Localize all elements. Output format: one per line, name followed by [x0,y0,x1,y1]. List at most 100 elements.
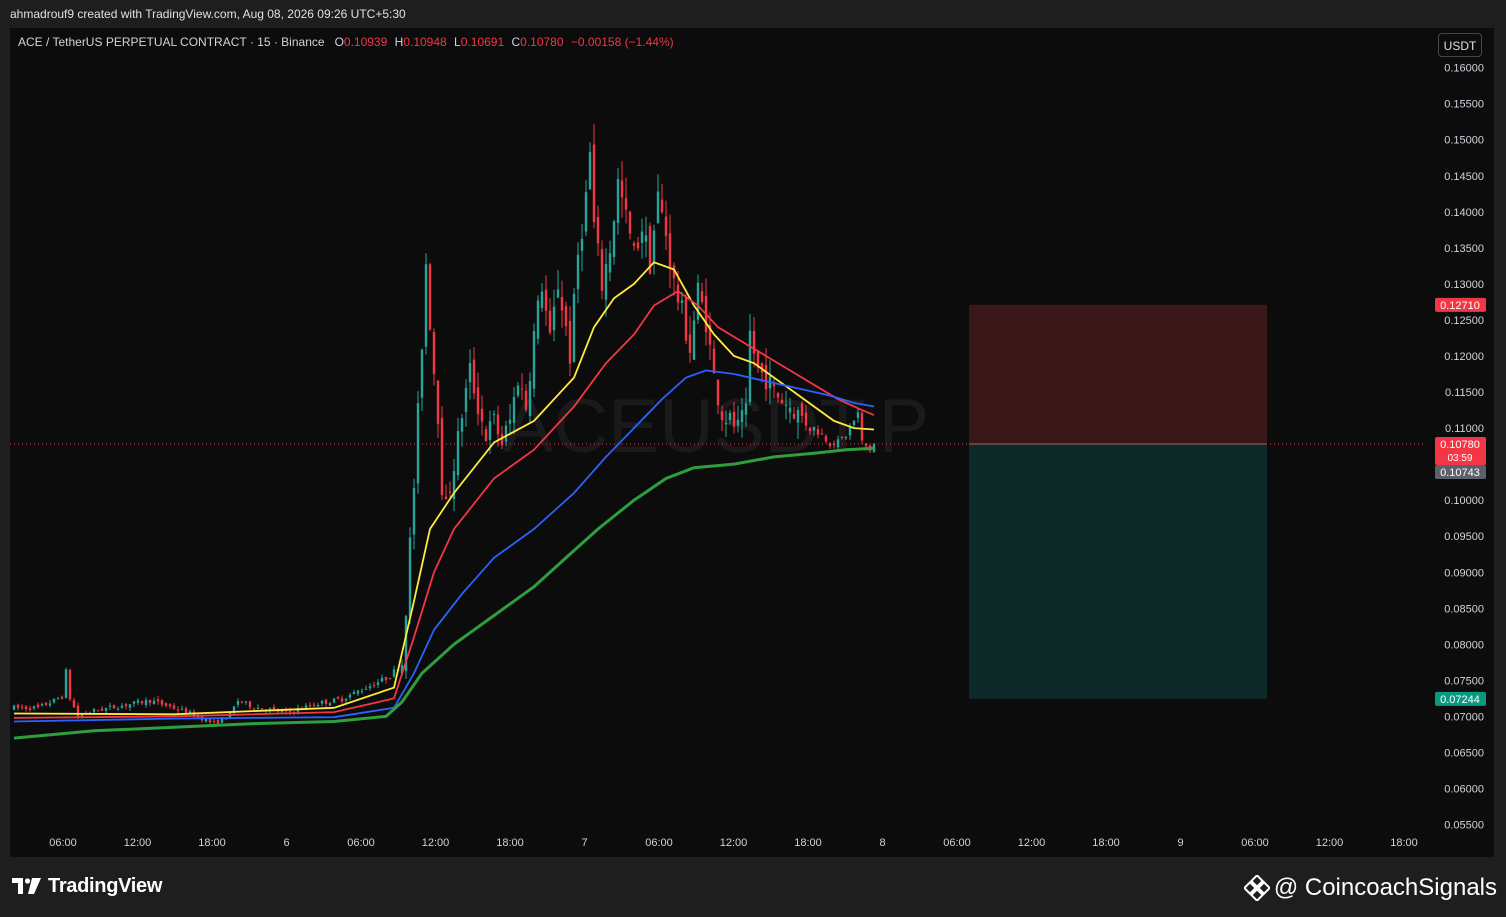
top-bar: ahmadrouf9 created with TradingView.com,… [0,0,1506,28]
x-tick-label: 06:00 [943,837,971,849]
tradingview-logo-icon [12,878,41,894]
candle-body [384,677,388,680]
bar-countdown: 03:59 [1447,453,1472,464]
candle-body [136,700,140,703]
candle-body [856,412,860,418]
candle-body [860,412,864,441]
y-tick-label: 0.13000 [1444,279,1484,291]
candle-body [148,699,152,703]
y-tick-label: 0.05500 [1444,820,1484,832]
candle-body [240,701,244,703]
candle-body [548,310,552,333]
candle-body [252,708,256,710]
candle-body [360,690,364,692]
currency-button[interactable]: USDT [1438,33,1482,57]
candle-body [280,711,284,713]
x-tick-label: 06:00 [1241,837,1269,849]
candle-body [52,698,56,703]
x-tick-label: 18:00 [794,837,822,849]
candle-body [116,708,120,710]
candle-body [692,320,696,360]
candle-body [820,433,824,435]
candle-body [576,254,580,290]
candle-body [496,414,500,435]
candle-body [256,707,260,709]
candle-body [488,421,492,440]
candle-body [412,488,416,535]
candle-body [732,411,736,427]
candle-body [448,491,452,493]
y-tick-label: 0.07500 [1444,675,1484,687]
candle-body [304,705,308,708]
candle-body [492,413,496,416]
candle-body [564,306,568,326]
y-tick-label: 0.15000 [1444,135,1484,147]
candle-body [728,412,732,420]
candle-body [696,282,700,320]
candle-body [772,384,776,387]
candle-body [504,425,508,442]
candle-body [12,705,16,710]
candle-body [484,429,488,442]
high-value: 0.10948 [403,35,447,49]
take-profit-zone[interactable] [969,443,1267,699]
y-tick-label: 0.09500 [1444,531,1484,543]
candle-body [144,699,148,706]
open-value: 0.10939 [343,35,388,49]
candle-body [176,709,180,711]
candle-body [80,714,84,717]
tradingview-logo[interactable]: TradingView [12,874,162,898]
close-value: 0.10780 [520,35,564,49]
chart-area[interactable]: ACEUSDT.P 0.05500 0.06000 0.06500 0.07000 0.… [10,28,1494,857]
candle-body [316,705,320,707]
moving-average-line [13,446,875,740]
candle-body [408,537,412,617]
candle-body [660,199,664,213]
candle-body [556,289,560,298]
y-tick-label: 0.12500 [1444,315,1484,327]
candle-body [844,436,848,438]
low-value: 0.10691 [460,35,505,49]
candle-body [172,705,176,709]
stop-loss-zone[interactable] [969,304,1267,444]
last-price-tag: 0.10780 [1440,439,1480,451]
candle-body [668,233,672,268]
symbol-title[interactable]: ACE / TetherUS PERPETUAL CONTRACT · 15 ·… [18,35,325,49]
candle-body [36,704,40,707]
candle-body [164,703,168,706]
stop-price-tag: 0.12710 [1440,300,1480,312]
candle-body [788,407,792,413]
candle-body [572,293,576,363]
candle-body [640,231,644,243]
candle-body [248,701,252,708]
candle-body [356,690,360,694]
candle-body [180,708,184,710]
candle-body [340,698,344,702]
candle-body [332,698,336,703]
candle-body [28,708,32,710]
y-tick-label: 0.14000 [1444,207,1484,219]
candle-body [16,704,20,708]
candle-body [628,211,632,234]
x-tick-label: 12:00 [124,837,152,849]
candle-body [644,235,648,242]
candle-body [812,426,816,431]
brand-handle: @ CoincoachSignals [1273,874,1497,901]
y-tick-label: 0.07000 [1444,711,1484,723]
candle-body [272,706,276,710]
candle-body [664,216,668,237]
candle-body [104,708,108,711]
candle-body [688,334,692,353]
candle-body [568,320,572,364]
candle-body [536,300,540,339]
candle-body [544,289,548,311]
candle-body [260,708,264,710]
candle-body [508,419,512,424]
low-label: L [454,35,461,49]
candle-body [24,706,28,710]
candle-body [716,380,720,406]
candle-body [56,698,60,700]
price-chart[interactable]: ACEUSDT.P 0.05500 0.06000 0.06500 0.07000 0.… [10,28,1494,857]
candle-body [420,349,424,398]
candle-body [392,669,396,677]
